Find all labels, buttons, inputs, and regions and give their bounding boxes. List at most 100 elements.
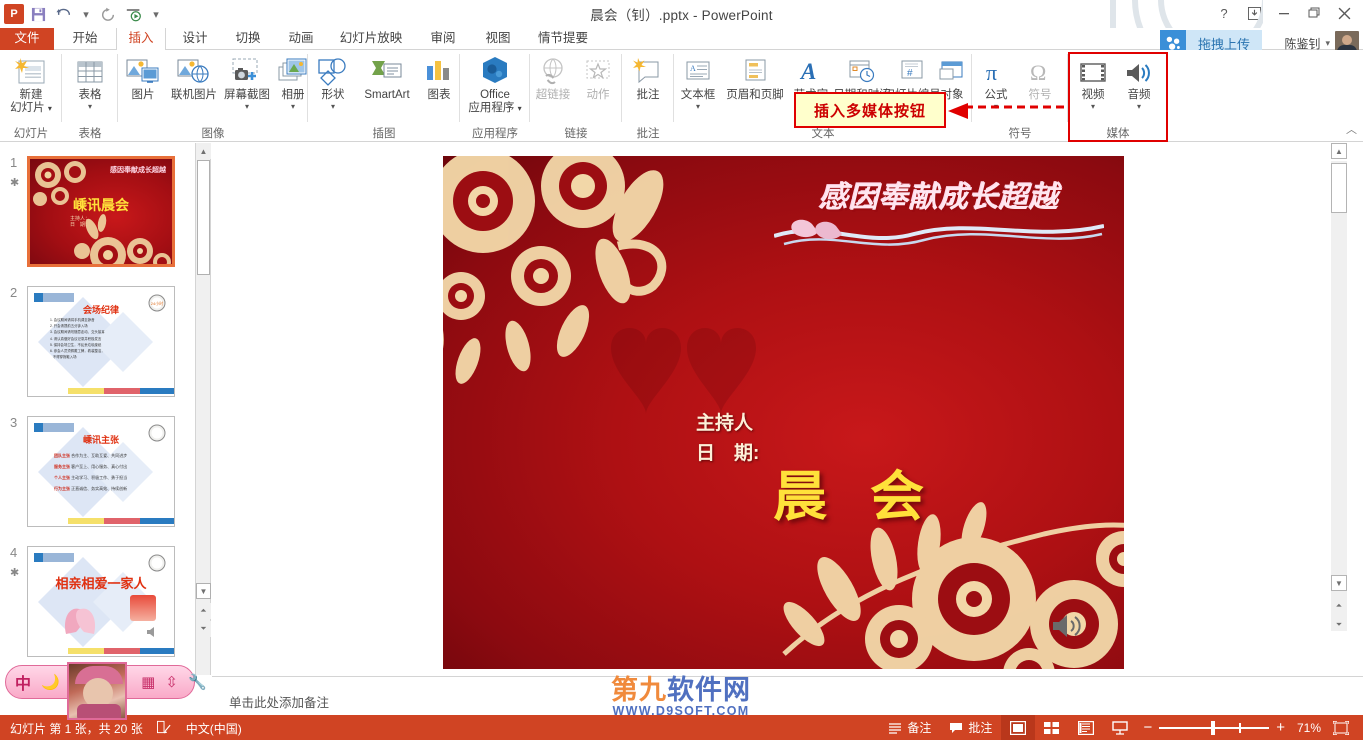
ribbon-group-images: 图片 联机图片 屏幕截图 ▾ 相册 ▾ 图像	[118, 50, 308, 142]
editor-next-slide-icon[interactable]: ⏷	[1331, 617, 1347, 633]
chart-icon	[424, 53, 454, 87]
tab-review[interactable]: 审阅	[420, 28, 466, 50]
ime-mode-label[interactable]: 中	[15, 670, 31, 694]
editor-previous-slide-icon[interactable]: ⏶	[1331, 598, 1347, 614]
current-slide[interactable]: 感因奉献成长超越 晨 会 主持人 日 期:	[443, 156, 1124, 669]
tab-home[interactable]: 开始	[62, 28, 108, 50]
picture-icon	[126, 53, 160, 87]
screenshot-button[interactable]: 屏幕截图 ▾	[222, 53, 272, 111]
comments-toggle-button[interactable]: 批注	[940, 715, 1001, 740]
notes-placeholder[interactable]: 单击此处添加备注	[229, 692, 329, 711]
hyperlink-button[interactable]: 超链接	[530, 53, 576, 102]
language-indicator[interactable]: 中文(中国)	[186, 720, 242, 737]
account-caret-icon[interactable]: ▾	[1325, 38, 1330, 49]
chart-button[interactable]: 图表	[418, 53, 460, 102]
thumbnail-slide-1[interactable]: 感因奉献成长超越 嵊讯晨会 主持人：日 期：	[27, 156, 175, 267]
view-reading-button[interactable]	[1069, 715, 1103, 740]
traditional-chinese-icon[interactable]: ⇳	[165, 673, 178, 691]
zoom-level-label[interactable]: 71%	[1291, 715, 1327, 740]
textbox-label: 文本框	[680, 89, 716, 101]
notes-pane[interactable]: 单击此处添加备注	[212, 676, 1363, 715]
scroll-down-icon[interactable]: ▼	[196, 583, 211, 599]
notes-toggle-label: 备注	[907, 721, 932, 735]
watermark-char-2: 九	[639, 675, 667, 705]
close-icon[interactable]	[1329, 2, 1359, 24]
tab-transitions[interactable]: 切换	[225, 28, 271, 50]
textbox-caret-icon[interactable]: ▾	[696, 103, 700, 111]
tab-slideshow[interactable]: 幻灯片放映	[331, 28, 411, 50]
equation-label: 公式	[984, 89, 1008, 101]
scrollbar-thumb[interactable]	[197, 160, 210, 275]
moon-icon[interactable]: 🌙	[41, 673, 60, 691]
tab-storyboarding[interactable]: 情节提要	[528, 28, 598, 50]
shapes-caret-icon[interactable]: ▾	[331, 103, 335, 111]
notes-toggle-button[interactable]: 备注	[879, 715, 940, 740]
fit-to-window-icon[interactable]	[1327, 715, 1355, 740]
minimize-icon[interactable]	[1269, 2, 1299, 24]
editor-scrollbar-thumb[interactable]	[1331, 163, 1347, 213]
photo-album-caret-icon[interactable]: ▾	[291, 103, 295, 111]
ribbon-display-options-icon[interactable]	[1239, 2, 1269, 24]
slide-number-icon: #	[897, 53, 927, 87]
action-button[interactable]: 动作	[576, 53, 620, 102]
new-slide-label: 新建 幻灯片 ▾	[10, 89, 52, 114]
header-footer-button[interactable]: 页眉和页脚	[722, 53, 788, 102]
scroll-up-icon[interactable]: ▲	[196, 143, 211, 159]
view-slideshow-button[interactable]	[1103, 715, 1137, 740]
shapes-button[interactable]: 形状 ▾	[310, 53, 356, 111]
slide-title[interactable]: 晨 会	[773, 452, 938, 531]
office-apps-button[interactable]: Office 应用程序 ▾	[467, 53, 523, 115]
thumbnail-slide-3[interactable]: 嵊讯主张 团队主张 合作为主、互助互爱、共同进步 服务主张 客户至上、用心服务、…	[27, 416, 175, 527]
table-caret-icon[interactable]: ▾	[88, 103, 92, 111]
tab-view[interactable]: 视图	[475, 28, 521, 50]
group-label-links: 链接	[564, 128, 588, 140]
slide-view-scrollbar[interactable]: ▲ ▼ ⏶ ⏷	[1330, 143, 1348, 675]
ime-tools-icon[interactable]: 🔧	[188, 673, 207, 691]
next-slide-icon[interactable]: ⏷	[196, 621, 211, 637]
site-watermark: 第九软件网 WWW.D9SOFT.COM	[578, 675, 784, 718]
zoom-out-button[interactable]: −	[1143, 719, 1152, 736]
thumbnail-animation-star-icon: ✱	[10, 567, 20, 579]
keyboard-icon[interactable]: ▦	[141, 673, 155, 691]
ribbon-group-links: 超链接 动作 链接	[530, 50, 622, 142]
tab-insert[interactable]: 插入	[116, 28, 166, 51]
table-button[interactable]: 表格 ▾	[62, 53, 118, 111]
new-slide-button[interactable]: 新建 幻灯片 ▾	[3, 53, 59, 115]
zoom-track[interactable]	[1159, 720, 1270, 735]
online-picture-button[interactable]: 联机图片	[168, 53, 220, 102]
zoom-handle[interactable]	[1211, 720, 1216, 735]
textbox-button[interactable]: A 文本框 ▾	[674, 53, 722, 111]
thumbnail-title: 嵊讯晨会	[73, 197, 129, 213]
date-time-icon	[847, 53, 877, 87]
smartart-button[interactable]: SmartArt	[356, 53, 418, 102]
symbol-button[interactable]: Ω 符号	[1018, 53, 1062, 102]
previous-slide-icon[interactable]: ⏶	[196, 603, 211, 619]
editor-scroll-down-icon[interactable]: ▼	[1331, 575, 1347, 591]
zoom-in-button[interactable]: +	[1276, 719, 1285, 736]
slide-counter[interactable]: 幻灯片 第 1 张，共 20 张	[10, 720, 143, 737]
tab-animations[interactable]: 动画	[278, 28, 324, 50]
svg-text:π: π	[986, 60, 997, 85]
spellcheck-icon[interactable]	[156, 720, 172, 737]
speaker-icon	[1053, 615, 1081, 637]
thumbnail-scrollbar[interactable]: ▲ ▼ ⏶ ⏷	[196, 143, 211, 675]
watermark-char-3: 软件网	[667, 675, 751, 705]
view-slide-sorter-button[interactable]	[1035, 715, 1069, 740]
comment-button[interactable]: 批注	[622, 53, 674, 102]
thumbnail-slide-4[interactable]: 相亲相爱一家人	[27, 546, 175, 657]
status-left: 幻灯片 第 1 张，共 20 张 中文(中国)	[10, 720, 242, 737]
collapse-ribbon-icon[interactable]: ︿	[1346, 121, 1357, 137]
screenshot-caret-icon[interactable]: ▾	[245, 103, 249, 111]
view-normal-button[interactable]	[1001, 715, 1036, 740]
tab-design[interactable]: 设计	[172, 28, 218, 50]
slide-thumbnail-pane[interactable]: 1 ✱ 感因奉献成长超越 嵊讯晨会 主持人：日 期： 2 会场纪律 1. 会议期…	[0, 143, 196, 675]
slide-host-date[interactable]: 主持人 日 期:	[696, 409, 759, 469]
thumbnail-slide-2[interactable]: 会场纪律 1. 会议期间请将手机调至静音 2. 开会请提前五分钟入场 3. 会议期间…	[27, 286, 175, 397]
help-icon[interactable]: ?	[1209, 2, 1239, 24]
editor-scroll-up-icon[interactable]: ▲	[1331, 143, 1347, 159]
picture-button[interactable]: 图片	[118, 53, 168, 102]
restore-icon[interactable]	[1299, 2, 1329, 24]
ime-avatar-photo[interactable]	[67, 662, 127, 720]
zoom-slider[interactable]: − +	[1137, 715, 1291, 740]
tab-file[interactable]: 文件	[0, 28, 54, 50]
